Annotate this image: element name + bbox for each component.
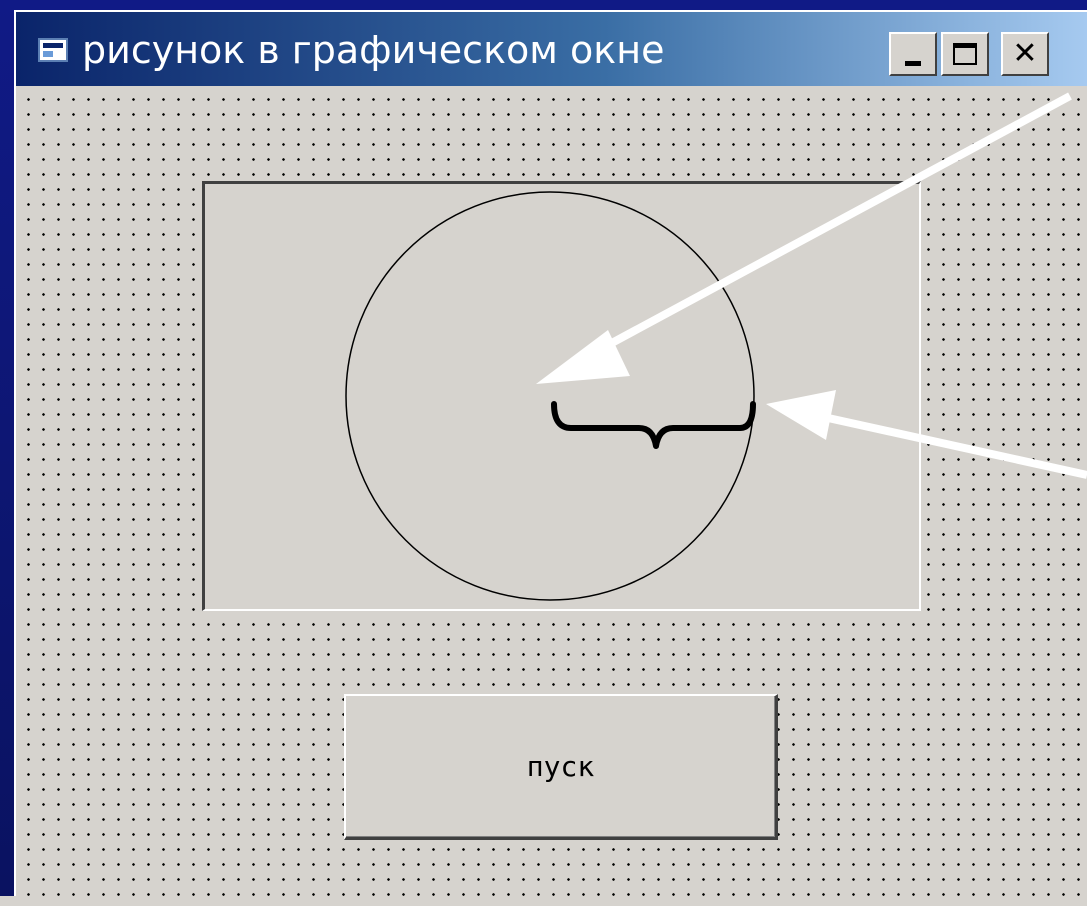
- close-button[interactable]: ✕: [1001, 32, 1049, 76]
- form-window: рисунок в графическом окне ✕ пуск: [14, 10, 1087, 896]
- picture-box[interactable]: [202, 181, 921, 611]
- maximize-button[interactable]: [941, 32, 989, 76]
- title-bar[interactable]: рисунок в графическом окне ✕: [16, 12, 1087, 86]
- drawing-canvas: [345, 191, 756, 601]
- maximize-icon: [953, 43, 977, 65]
- bottom-edge: [0, 896, 1087, 906]
- start-button[interactable]: пуск: [344, 694, 778, 840]
- radius-brace: [551, 401, 756, 449]
- minimize-icon: [905, 60, 921, 66]
- minimize-button[interactable]: [889, 32, 937, 76]
- close-icon: ✕: [1012, 36, 1038, 71]
- form-design-grid[interactable]: пуск: [16, 86, 1087, 896]
- drawn-circle: [345, 191, 755, 601]
- start-button-label: пуск: [526, 750, 595, 783]
- window-title: рисунок в графическом окне: [82, 28, 665, 72]
- form-icon: [38, 38, 68, 62]
